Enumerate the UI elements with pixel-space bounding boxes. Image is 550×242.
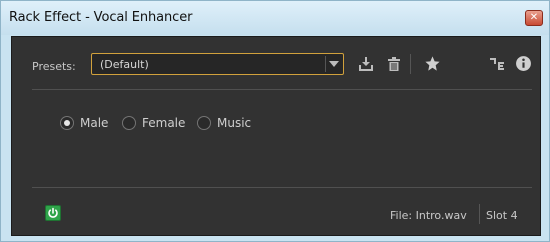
favorite-star-icon[interactable] <box>424 55 441 72</box>
save-preset-icon[interactable] <box>358 56 374 72</box>
file-name-label: File: Intro.wav <box>390 209 467 222</box>
title-bar[interactable]: Rack Effect - Vocal Enhancer ✕ <box>1 1 549 35</box>
info-icon[interactable] <box>515 55 532 72</box>
window-title: Rack Effect - Vocal Enhancer <box>9 10 193 25</box>
footer-divider <box>32 187 532 188</box>
chevron-down-icon[interactable] <box>329 61 339 67</box>
presets-label: Presets: <box>32 60 76 73</box>
route-channels-icon[interactable] <box>489 56 505 72</box>
footer-slot-divider <box>479 204 480 224</box>
radio-button-checked[interactable] <box>60 116 74 130</box>
effect-panel: Presets: (Default) Male Female Music Fil… <box>11 36 541 236</box>
radio-button[interactable] <box>197 116 211 130</box>
presets-selected-value: (Default) <box>100 58 149 71</box>
radio-label-male: Male <box>80 116 109 130</box>
radio-male[interactable]: Male <box>60 114 108 132</box>
dropdown-divider <box>325 56 326 72</box>
slot-label: Slot 4 <box>486 209 518 222</box>
presets-dropdown[interactable]: (Default) <box>91 53 344 75</box>
close-icon: ✕ <box>529 12 539 23</box>
radio-label-music: Music <box>217 116 252 130</box>
power-button[interactable] <box>45 205 61 221</box>
radio-music[interactable]: Music <box>197 114 251 132</box>
radio-button[interactable] <box>122 116 136 130</box>
radio-label-female: Female <box>142 116 186 130</box>
rack-effect-window: Rack Effect - Vocal Enhancer ✕ Presets: … <box>0 0 550 242</box>
toolbar-divider <box>410 54 411 74</box>
close-button[interactable]: ✕ <box>525 10 543 26</box>
header-divider <box>32 89 532 90</box>
power-icon <box>48 207 58 218</box>
radio-female[interactable]: Female <box>122 114 185 132</box>
delete-preset-icon[interactable] <box>386 56 402 72</box>
